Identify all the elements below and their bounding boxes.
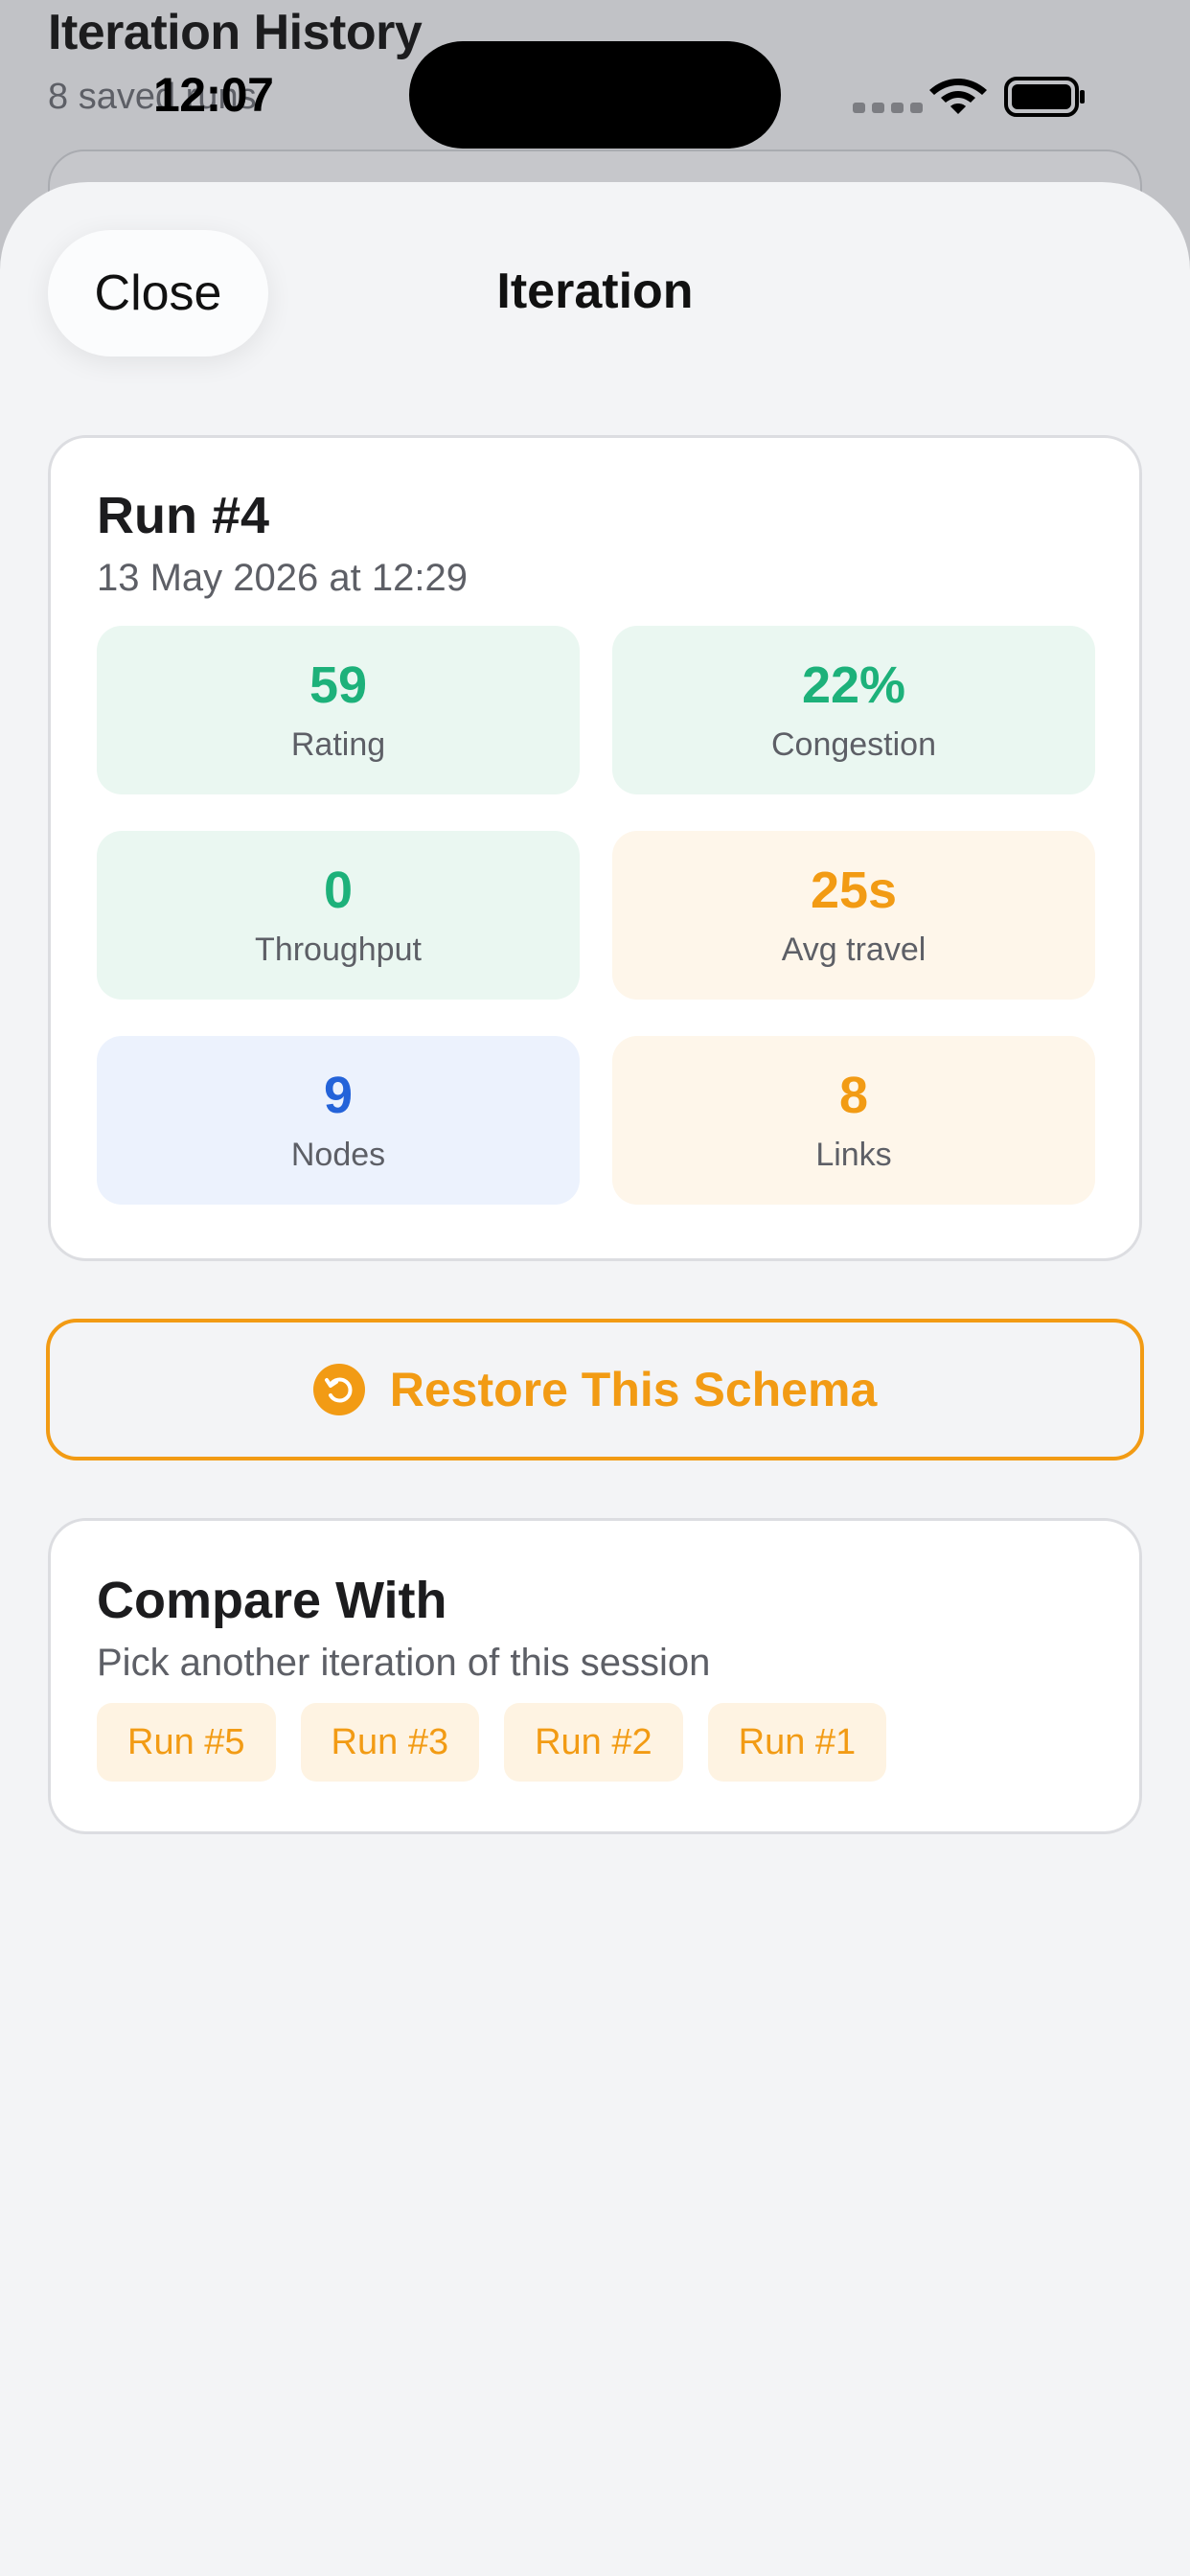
stat-value: 8: [838, 1067, 869, 1124]
stat-label: Congestion: [770, 726, 936, 763]
compare-option-run-3[interactable]: Run #3: [300, 1703, 480, 1782]
stat-rating: 59 Rating: [97, 626, 580, 794]
compare-options: Run #5 Run #3 Run #2 Run #1: [97, 1703, 887, 1782]
stat-label: Throughput: [255, 932, 422, 968]
sheet-title: Iteration: [496, 264, 694, 319]
stat-avg-travel: 25s Avg travel: [612, 831, 1095, 1000]
stat-value: 25s: [810, 862, 898, 919]
stats-grid: 59 Rating 22% Congestion 0 Throughput 25…: [97, 626, 1099, 1205]
stat-throughput: 0 Throughput: [97, 831, 580, 1000]
background-page-title: Iteration History: [48, 5, 423, 60]
restore-schema-label: Restore This Schema: [389, 1363, 878, 1416]
compare-option-run-2[interactable]: Run #2: [504, 1703, 683, 1782]
stat-label: Rating: [290, 726, 386, 763]
stat-value: 9: [323, 1067, 354, 1124]
stat-label: Links: [815, 1137, 892, 1173]
restore-icon: [312, 1364, 365, 1415]
stat-label: Nodes: [290, 1137, 386, 1173]
run-date: 13 May 2026 at 12:29: [97, 557, 468, 599]
restore-schema-button[interactable]: Restore This Schema: [46, 1319, 1144, 1460]
compare-title: Compare With: [97, 1572, 447, 1629]
stat-nodes: 9 Nodes: [97, 1036, 580, 1205]
compare-option-run-1[interactable]: Run #1: [707, 1703, 887, 1782]
battery-icon: [1004, 77, 1085, 117]
stat-congestion: 22% Congestion: [612, 626, 1095, 794]
compare-card: Compare With Pick another iteration of t…: [48, 1518, 1142, 1834]
compare-option-run-5[interactable]: Run #5: [97, 1703, 276, 1782]
screen: Iteration History 8 saved runs 12:07 Clo…: [0, 0, 1190, 2576]
dynamic-island: [409, 41, 781, 149]
stat-value: 22%: [801, 656, 906, 714]
status-time: 12:07: [153, 68, 274, 122]
wifi-icon: [929, 79, 987, 114]
stat-links: 8 Links: [612, 1036, 1095, 1205]
run-title: Run #4: [97, 487, 270, 544]
signal-icon: [853, 103, 923, 113]
stat-value: 0: [323, 862, 354, 919]
stat-label: Avg travel: [781, 932, 927, 968]
stat-value: 59: [309, 656, 368, 714]
iteration-sheet: Close Iteration Run #4 13 May 2026 at 12…: [0, 182, 1190, 2576]
run-summary-card: Run #4 13 May 2026 at 12:29 59 Rating 22…: [48, 435, 1142, 1261]
compare-subtitle: Pick another iteration of this session: [97, 1642, 711, 1684]
